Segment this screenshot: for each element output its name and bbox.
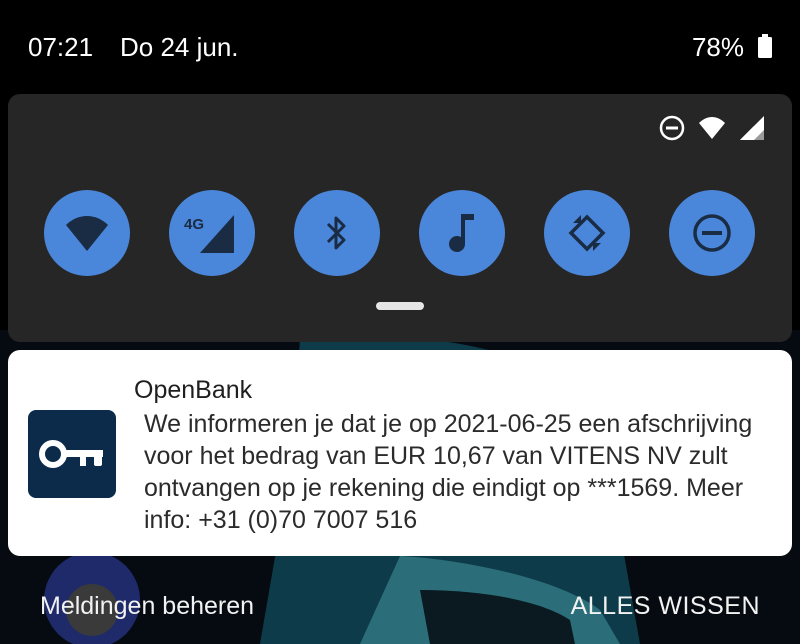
do-not-disturb-icon	[658, 114, 686, 142]
key-icon	[28, 410, 116, 498]
clock: 07:21	[28, 32, 94, 62]
wifi-icon	[698, 114, 726, 142]
tile-media[interactable]	[419, 190, 505, 276]
notification-app-name: OpenBank	[134, 376, 253, 404]
tile-auto-rotate[interactable]	[544, 190, 630, 276]
clear-all-button[interactable]: ALLES WISSEN	[571, 592, 760, 621]
qs-status-icons	[658, 114, 766, 142]
music-note-icon	[446, 212, 478, 254]
quick-settings-panel: 4G	[8, 94, 792, 342]
status-bar: 07:21 Do 24 jun. 78%	[0, 0, 800, 92]
battery-percent: 78%	[691, 32, 744, 62]
tile-mobile-data[interactable]: 4G	[169, 190, 255, 276]
mobile-data-label: 4G	[184, 216, 204, 233]
notification-card[interactable]: OpenBank We informeren je dat je op 2021…	[8, 350, 792, 556]
auto-rotate-icon	[565, 211, 609, 255]
expand-handle[interactable]	[376, 302, 424, 310]
wifi-icon	[64, 213, 110, 253]
tile-bluetooth[interactable]	[294, 190, 380, 276]
battery-icon	[758, 34, 772, 58]
bluetooth-icon	[322, 213, 352, 253]
tile-do-not-disturb[interactable]	[669, 190, 755, 276]
mobile-data-4g-icon: 4G	[182, 209, 242, 257]
do-not-disturb-icon	[691, 212, 733, 254]
date: Do 24 jun.	[120, 32, 239, 62]
notification-actions: Meldingen beheren ALLES WISSEN	[0, 584, 800, 634]
cellular-signal-icon	[738, 114, 766, 142]
manage-notifications-button[interactable]: Meldingen beheren	[40, 592, 254, 621]
quick-settings-tiles: 4G	[44, 190, 764, 278]
notification-text: We informeren je dat je op 2021-06-25 ee…	[144, 410, 753, 534]
tile-wifi[interactable]	[44, 190, 130, 276]
